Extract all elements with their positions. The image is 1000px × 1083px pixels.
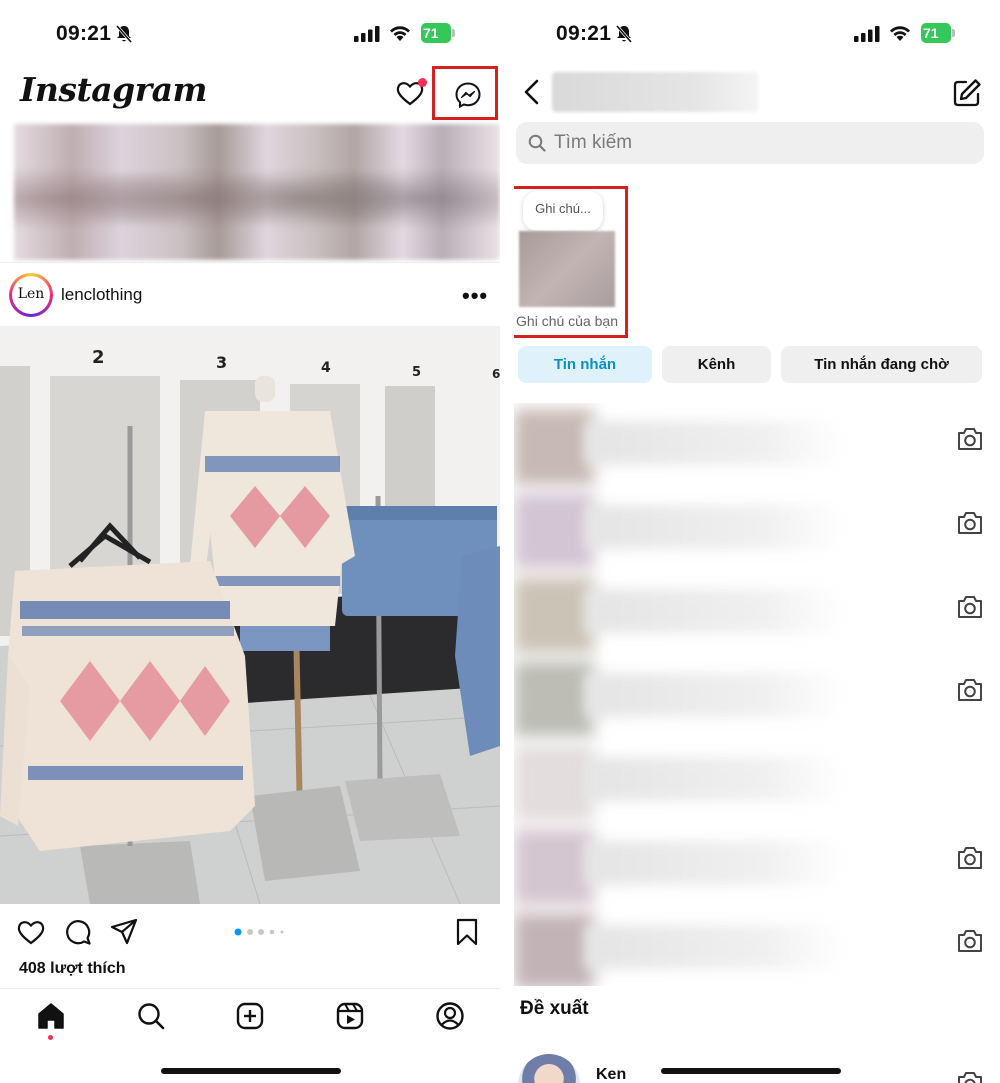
notification-dot [418,78,427,87]
profile-icon[interactable] [435,1001,465,1031]
create-post-icon[interactable] [235,1001,265,1031]
avatar-logo: Len [12,276,50,314]
silent-bell-icon [115,25,133,43]
messenger-button[interactable] [432,66,498,120]
post-username[interactable]: lenclothing [61,285,142,305]
suggestions-title: Đề xuất [520,998,589,1019]
panel-divider [500,0,514,1083]
conversation-row[interactable] [514,403,1000,487]
instagram-logo: Instagram [20,70,207,109]
your-note-highlighted[interactable]: Ghi chú... Ghi chú của bạn [500,186,628,338]
post-actions [0,912,500,952]
conversation-avatar [514,745,594,821]
camera-icon[interactable] [956,594,984,620]
instagram-feed-screen: 09:21 71 Instagram Len lenclothing ••• 2… [0,0,500,1083]
suggested-user-avatar[interactable] [518,1054,580,1083]
status-time: 09:21 [556,22,612,45]
rack-number: 4 [321,360,331,376]
suggestions-heading: Đề xuất [520,998,589,1020]
search-icon[interactable] [136,1001,166,1031]
camera-icon[interactable] [956,677,984,703]
wifi-icon [390,26,410,41]
back-arrow-icon[interactable] [522,78,542,106]
conversation-list-blurred [514,403,1000,986]
home-active-dot [48,1035,53,1040]
camera-icon[interactable] [956,845,984,871]
rack-number: 5 [412,365,421,380]
account-name-blurred[interactable] [552,72,758,112]
conversation-preview [584,925,844,969]
likes-count[interactable]: 408 lượt thích [19,960,126,978]
conversation-avatar [514,493,594,569]
stories-tray-blurred[interactable] [14,124,500,260]
note-bubble[interactable]: Ghi chú... [523,191,603,231]
conversation-row[interactable] [514,823,1000,907]
conversation-row[interactable] [514,739,1000,823]
tab-channels[interactable]: Kênh [662,346,771,383]
post-photo[interactable]: 2 3 4 5 6 [0,326,500,904]
share-icon[interactable] [110,918,138,946]
status-time: 09:21 [56,22,112,45]
camera-icon[interactable] [956,426,984,452]
home-icon[interactable] [36,1001,66,1031]
wifi-icon [890,26,910,41]
direct-messages-screen: 09:21 71 Tìm kiếm Ghi chú... Ghi chú của… [500,0,1000,1083]
signal-icon [354,26,380,42]
battery-level: 71 [423,25,439,41]
rack-number: 6 [492,367,500,381]
conversation-preview [584,421,844,465]
conversation-preview [584,841,844,885]
conversation-row[interactable] [514,571,1000,655]
like-icon[interactable] [16,918,46,946]
search-icon [528,134,546,152]
tab-messages[interactable]: Tin nhắn [518,346,652,383]
conversation-row[interactable] [514,655,1000,739]
conversation-avatar [514,913,594,986]
clothing-store-photo: 2 3 4 5 6 [0,326,500,904]
post-header: Len lenclothing ••• [0,262,500,324]
conversation-preview [584,673,844,717]
bookmark-icon[interactable] [455,918,479,946]
battery-cap [452,29,455,37]
status-bar: 09:21 71 [0,18,500,54]
search-placeholder: Tìm kiếm [554,132,633,153]
silent-bell-icon [615,25,633,43]
conversation-preview [584,505,844,549]
battery-cap [952,29,955,37]
home-indicator [161,1068,341,1074]
message-tabs: Tin nhắn Kênh Tin nhắn đang chờ [518,346,988,384]
camera-icon[interactable] [956,1070,984,1083]
home-indicator [661,1068,841,1074]
compose-message-icon[interactable] [952,78,982,108]
post-avatar[interactable]: Len [9,273,53,317]
rack-number: 3 [216,353,227,372]
search-input[interactable]: Tìm kiếm [516,122,984,164]
rack-number: 2 [92,347,105,368]
note-avatar-blurred[interactable] [519,231,615,307]
conversation-row[interactable] [514,487,1000,571]
messenger-icon [455,82,481,109]
carousel-dots [234,928,284,936]
reels-icon[interactable] [335,1001,365,1031]
battery-indicator: 71 [421,23,451,43]
conversation-preview [584,589,844,633]
note-label: Ghi chú của bạn [516,313,618,329]
signal-icon [854,26,880,42]
conversation-avatar [514,577,594,653]
conversation-avatar [514,829,594,905]
conversation-row[interactable] [514,907,1000,986]
battery-level: 71 [923,25,939,41]
comment-icon[interactable] [64,918,92,946]
suggested-user-name[interactable]: Ken [596,1066,626,1083]
battery-indicator: 71 [921,23,951,43]
more-options-icon[interactable]: ••• [462,283,488,309]
conversation-avatar [514,661,594,737]
camera-icon[interactable] [956,510,984,536]
status-bar: 09:21 71 [500,18,1000,54]
conversation-preview [584,757,844,801]
camera-icon[interactable] [956,928,984,954]
tab-requests[interactable]: Tin nhắn đang chờ [781,346,982,383]
conversation-avatar [514,409,594,485]
